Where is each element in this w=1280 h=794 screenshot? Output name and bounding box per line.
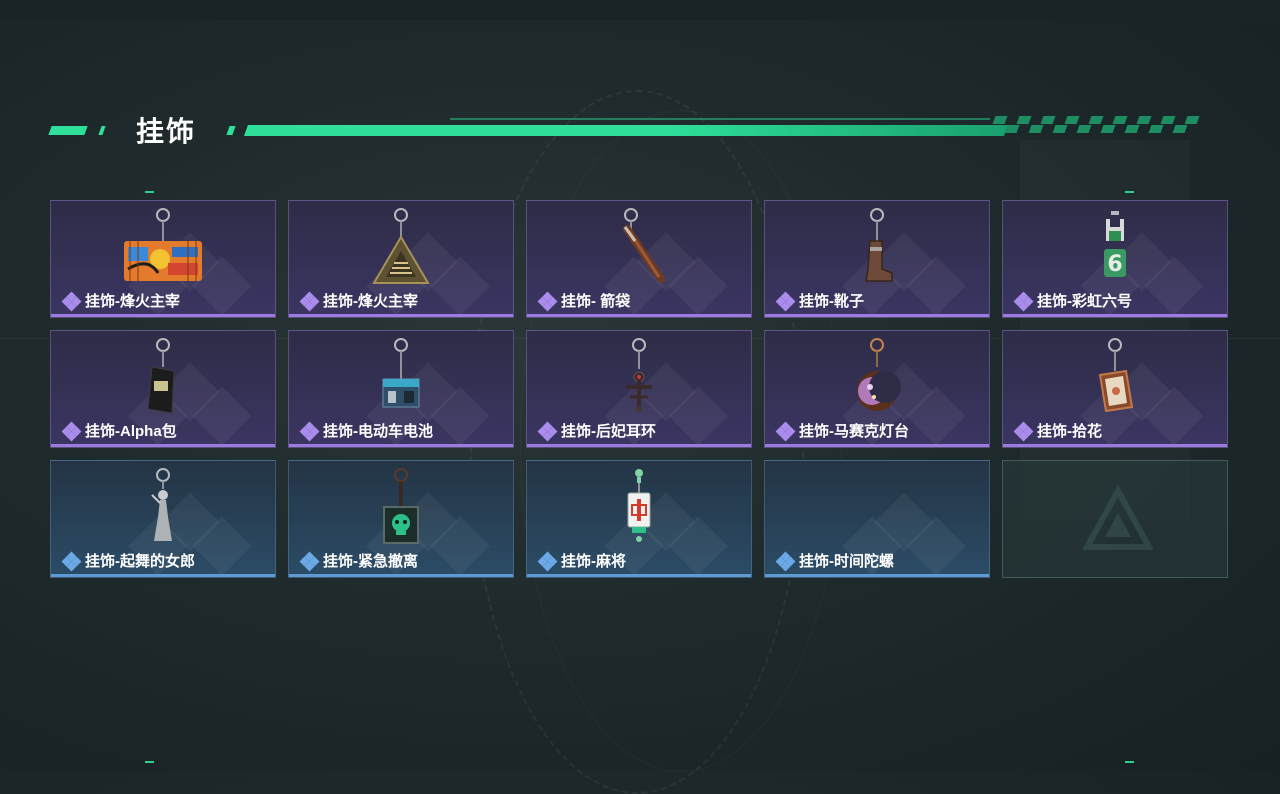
skull-box-charm-icon [383,468,419,544]
rarity-gem-icon [537,551,559,571]
empty-charm-slot[interactable] [1002,460,1228,578]
graffiti-bus-charm-icon [124,208,202,281]
charm-label: 挂饰-靴子 [799,293,864,310]
charm-label: 挂饰-麻将 [561,553,626,570]
rarity-gem-icon [299,551,321,571]
triangle-emblem-charm-icon [372,208,430,284]
mahjong-tile-charm-icon [627,469,651,542]
earring-charm-icon [626,338,652,412]
rarity-gem-icon [299,421,321,441]
rarity-gem-icon [61,421,83,441]
corner-tick [145,761,154,763]
charm-label: 挂饰-烽火主宰 [323,293,418,310]
rainbow-six-charm-icon: 6 [1104,211,1126,277]
header-thin-line [450,118,990,120]
rarity-gem-icon [61,291,83,311]
charm-card[interactable]: 挂饰-紧急撤离 [288,460,514,578]
charm-label: 挂饰-Alpha包 [85,423,177,440]
rarity-gem-icon [537,421,559,441]
corner-tick [145,191,154,193]
charm-card[interactable]: 挂饰-电动车电池 [288,330,514,448]
charm-card[interactable]: 挂饰-烽火主宰 [288,200,514,318]
charm-card[interactable]: 挂饰-靴子 [764,200,990,318]
charm-card[interactable]: 挂饰-麻将 [526,460,752,578]
rarity-gem-icon [61,551,83,571]
dancing-lady-charm-icon [151,468,172,541]
battery-charm-icon [382,338,420,408]
rarity-gem-icon [775,421,797,441]
charm-label: 挂饰-时间陀螺 [799,553,894,570]
rarity-gem-icon [775,551,797,571]
empty-slot-logo-icon [1083,485,1153,550]
charm-label: 挂饰-后妃耳环 [561,423,656,440]
svg-text:6: 6 [1107,252,1122,277]
charm-label: 挂饰-彩虹六号 [1037,293,1132,310]
top-band [0,0,1280,20]
charm-card[interactable]: 挂饰-马赛克灯台 [764,330,990,448]
charm-card[interactable]: 挂饰-时间陀螺 [764,460,990,578]
charm-label: 挂饰- 箭袋 [561,293,631,310]
rarity-gem-icon [299,291,321,311]
section-header: 挂饰 [48,108,1210,148]
boot-charm-icon [865,208,893,282]
charm-label: 挂饰-紧急撤离 [323,553,418,570]
picture-frame-charm-icon [1098,338,1134,413]
mosaic-lamp-charm-icon [857,338,901,411]
charm-card[interactable]: 挂饰-烽火主宰 [50,200,276,318]
rarity-gem-icon [1013,421,1035,441]
corner-tick [1125,191,1134,193]
charm-label: 挂饰-马赛克灯台 [799,423,909,440]
charm-card[interactable]: 挂饰-Alpha包 [50,330,276,448]
header-accent-bar [98,126,106,135]
charm-label: 挂饰-烽火主宰 [85,293,180,310]
rarity-gem-icon [775,291,797,311]
header-accent-line [243,125,1009,136]
rarity-gem-icon [537,291,559,311]
quiver-charm-icon [623,208,665,283]
alpha-bag-charm-icon [147,338,175,414]
rarity-gem-icon [1013,291,1035,311]
charm-label: 挂饰-电动车电池 [323,423,433,440]
page-title: 挂饰 [136,116,197,147]
header-accent-bar [48,126,88,135]
header-checker-pattern [992,116,1200,136]
charm-card[interactable]: 挂饰-后妃耳环 [526,330,752,448]
charm-card[interactable]: 挂饰- 箭袋 [526,200,752,318]
charm-card[interactable]: 挂饰-拾花 [1002,330,1228,448]
charm-card[interactable]: 挂饰-起舞的女郎 [50,460,276,578]
charm-label: 挂饰-拾花 [1037,423,1102,440]
charm-label: 挂饰-起舞的女郎 [85,553,195,570]
header-accent-bar [226,126,236,135]
charm-card[interactable]: 6 挂饰-彩虹六号 [1002,200,1228,318]
corner-tick [1125,761,1134,763]
